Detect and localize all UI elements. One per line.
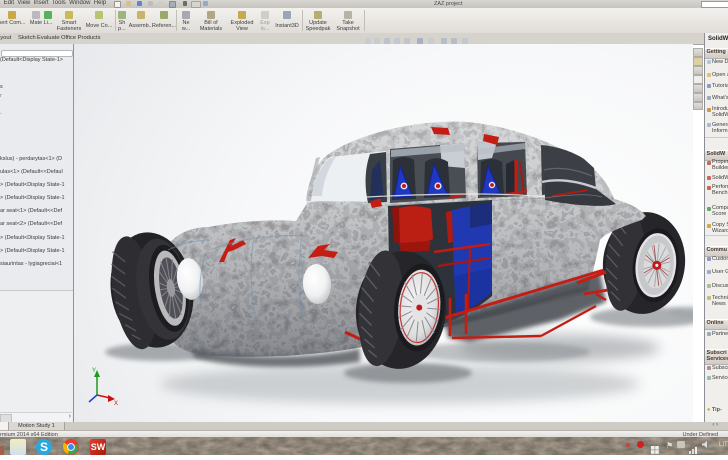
svg-text:Y: Y: [92, 368, 96, 374]
svg-text:X: X: [114, 401, 118, 407]
